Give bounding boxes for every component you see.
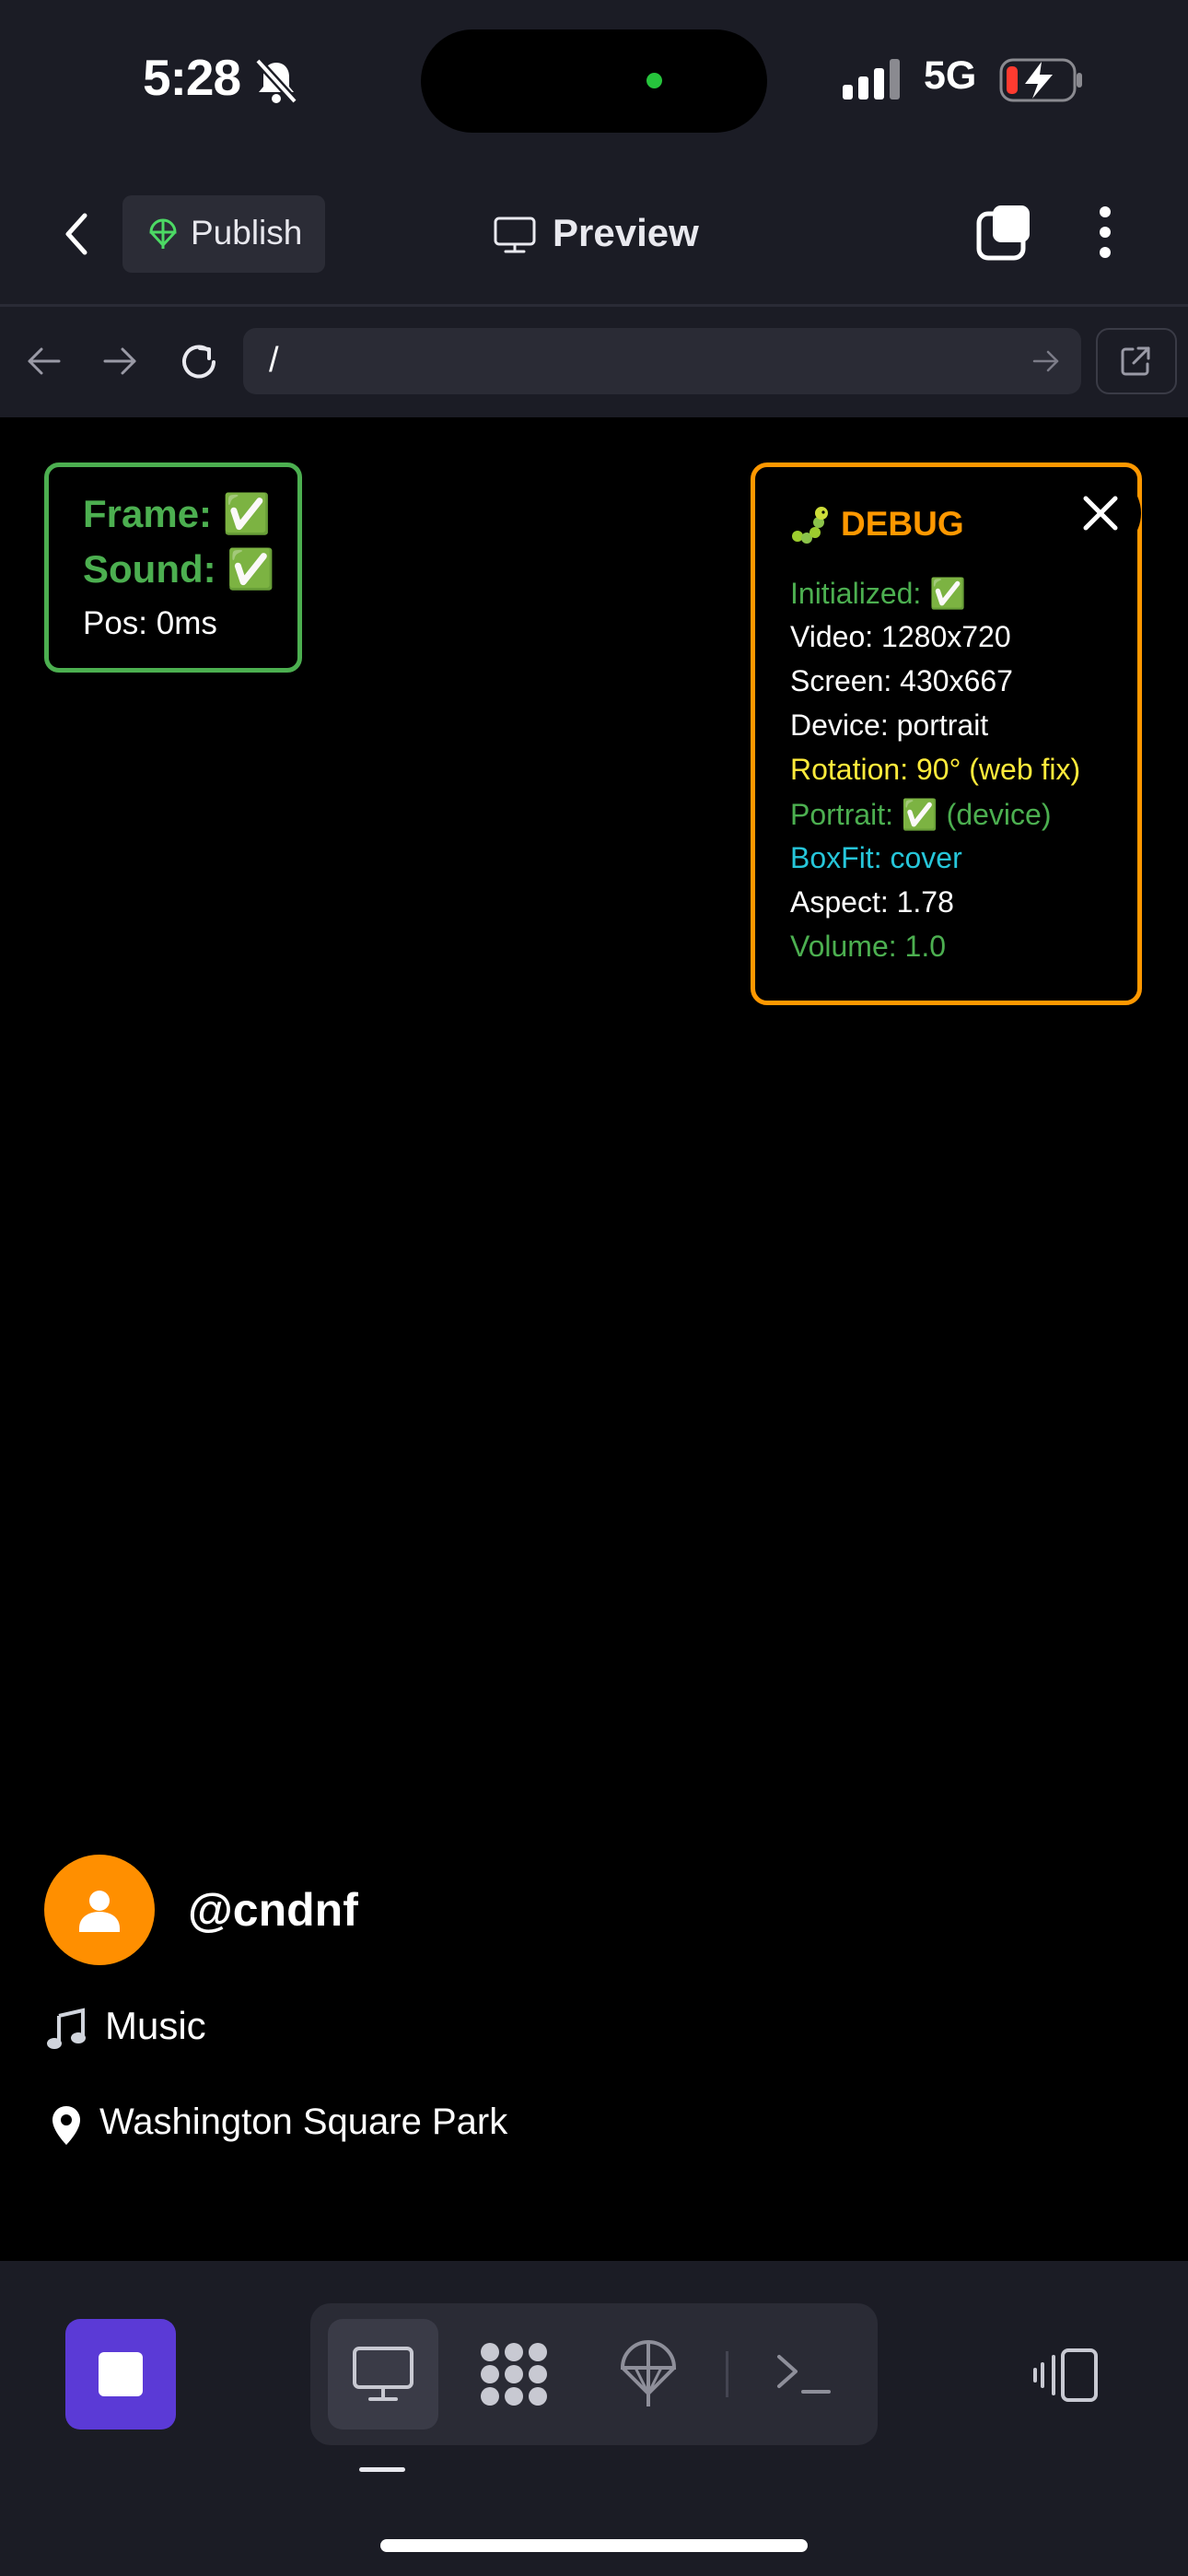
home-indicator[interactable] (380, 2539, 808, 2552)
preview-title[interactable]: Preview (553, 211, 699, 255)
debug-line-aspect: Aspect: 1.78 (790, 885, 954, 919)
signal-icon (843, 59, 900, 100)
location-label: Washington Square Park (99, 2102, 508, 2142)
network-label: 5G (924, 53, 977, 98)
assets-tool-icon[interactable] (479, 2341, 549, 2407)
debug-title: DEBUG (841, 505, 964, 543)
more-vert-icon[interactable] (1094, 205, 1116, 260)
username[interactable]: @cndnf (188, 1883, 358, 1937)
status-time: 5:28 (143, 49, 241, 106)
debug-line-video: Video: 1280x720 (790, 620, 1011, 653)
debug-line-rotation: Rotation: 90° (web fix) (790, 753, 1081, 786)
publish-icon (149, 218, 177, 249)
tabs-icon[interactable] (976, 203, 1035, 262)
stop-icon (99, 2352, 143, 2396)
debug-line-boxfit: BoxFit: cover (790, 841, 962, 874)
url-text: / (269, 341, 279, 380)
sound-status: Sound: ✅ (83, 547, 275, 591)
battery-charging-icon (999, 58, 1082, 102)
debug-line-portrait: Portrait: ✅ (device) (790, 798, 1052, 831)
music-label: Music (105, 2004, 206, 2047)
debug-line-device: Device: portrait (790, 708, 989, 742)
music-note-icon (47, 2008, 86, 2049)
debug-line-initialized: Initialized: ✅ (790, 577, 967, 610)
deploy-tool-icon[interactable] (619, 2340, 678, 2408)
bug-icon (792, 507, 828, 544)
monitor-icon (494, 217, 536, 253)
bell-slash-icon (254, 57, 298, 105)
preview-tool-icon (353, 2347, 413, 2401)
go-icon[interactable] (1031, 348, 1061, 374)
frame-status: Frame: ✅ (83, 492, 272, 535)
terminal-icon[interactable] (775, 2351, 833, 2397)
location-pin-icon (52, 2106, 80, 2145)
active-tool-indicator (359, 2467, 405, 2472)
url-input[interactable] (243, 328, 1081, 394)
tool-divider (726, 2351, 728, 2397)
close-button[interactable] (1057, 470, 1144, 556)
device-toggle-icon[interactable] (1031, 2348, 1101, 2403)
position-status: Pos: 0ms (83, 605, 217, 641)
debug-line-screen: Screen: 430x667 (790, 664, 1013, 697)
back-chevron-icon[interactable] (59, 208, 96, 260)
dynamic-island (421, 29, 767, 133)
camera-indicator (646, 73, 662, 88)
arrow-right-icon[interactable] (101, 345, 138, 378)
arrow-left-icon[interactable] (26, 345, 63, 378)
publish-label: Publish (191, 214, 303, 252)
debug-line-volume: Volume: 1.0 (790, 930, 946, 963)
external-link-icon (1121, 346, 1150, 376)
person-icon (79, 1891, 120, 1932)
reload-icon[interactable] (178, 341, 220, 383)
